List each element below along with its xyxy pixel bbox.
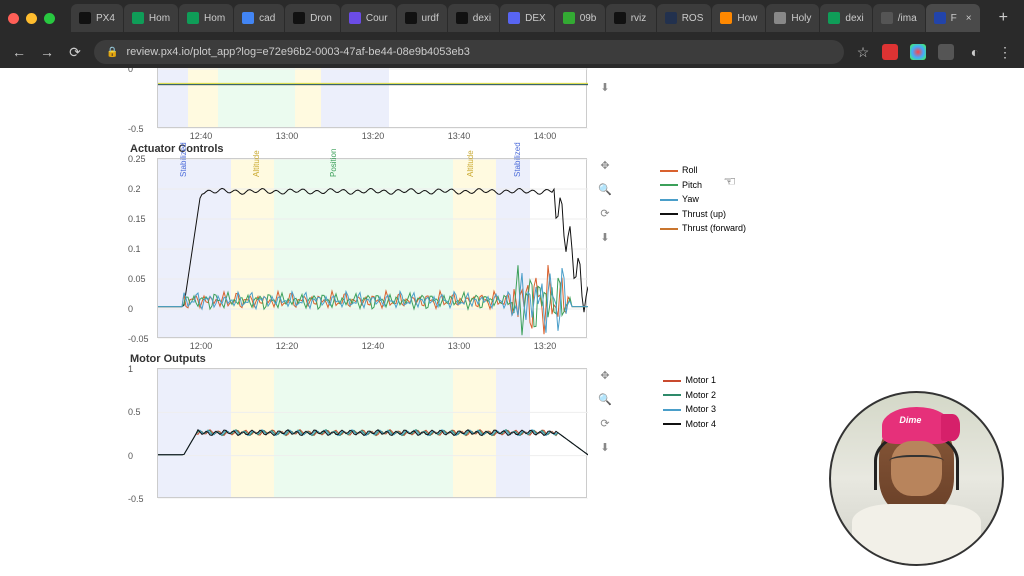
- browser-tab-strip: PX4HomHomcadDronCoururdfdexiDEX09brvizRO…: [0, 0, 1024, 36]
- reset-tool-button[interactable]: ⟳: [596, 417, 614, 435]
- browser-tab[interactable]: urdf: [397, 4, 447, 32]
- zoom-tool-button[interactable]: 🔍: [596, 393, 614, 411]
- browser-tab[interactable]: DEX: [500, 4, 554, 32]
- x-tick-label: 14:00: [534, 131, 557, 141]
- chart-legend: Aux1Aux2Flight ModeKill Switch: [647, 68, 716, 72]
- legend-item[interactable]: Motor 3: [663, 403, 716, 417]
- download-tool-button[interactable]: ⬇: [596, 441, 614, 459]
- x-tick-label: 13:20: [362, 131, 385, 141]
- browser-tab[interactable]: 09b: [555, 4, 605, 32]
- browser-tab[interactable]: F×: [926, 4, 980, 32]
- chart-title: Motor Outputs: [130, 353, 902, 365]
- cursor-icon: ☜: [723, 173, 736, 190]
- menu-button[interactable]: ⋮: [996, 44, 1014, 61]
- x-tick-label: 12:40: [190, 131, 213, 141]
- profile-button[interactable]: ◐: [966, 44, 984, 60]
- y-tick-label: 0.5: [128, 407, 141, 417]
- legend-item[interactable]: Motor 2: [663, 389, 716, 403]
- y-tick-label: 0.25: [128, 154, 146, 164]
- extension-icon[interactable]: [882, 44, 898, 60]
- chart-legend: Motor 1Motor 2Motor 3Motor 4: [663, 374, 716, 432]
- bookmark-star-button[interactable]: ☆: [854, 44, 872, 61]
- plot-area[interactable]: -0.500.51Motor 1Motor 2Motor 3Motor 4✥🔍⟳…: [157, 368, 587, 498]
- y-tick-label: 0.1: [128, 244, 141, 254]
- browser-tab[interactable]: Cour: [341, 4, 396, 32]
- zoom-tool-button[interactable]: 🔍: [596, 183, 614, 201]
- legend-item[interactable]: Yaw: [660, 193, 746, 207]
- y-tick-label: 1: [128, 364, 133, 374]
- minimize-window-button[interactable]: [26, 13, 37, 24]
- legend-item[interactable]: Motor 4: [663, 418, 716, 432]
- download-tool-button[interactable]: ⬇: [596, 81, 614, 99]
- cap-text: Dime: [899, 415, 921, 425]
- chart: Actuator ControlsStabilizedAltitudePosit…: [122, 143, 902, 338]
- y-tick-label: -0.05: [128, 334, 149, 344]
- legend-item[interactable]: Kill Switch: [647, 68, 716, 71]
- legend-item[interactable]: Thrust (forward): [660, 222, 746, 236]
- pan-tool-button[interactable]: ✥: [596, 369, 614, 387]
- url-text: review.px4.io/plot_app?log=e72e96b2-0003…: [126, 46, 469, 58]
- browser-tab[interactable]: Holy: [766, 4, 819, 32]
- y-tick-label: -0.5: [128, 124, 144, 134]
- browser-nav-bar: ← → ⟳ 🔒 review.px4.io/plot_app?log=e72e9…: [0, 36, 1024, 68]
- browser-tab[interactable]: Dron: [285, 4, 340, 32]
- y-tick-label: 0: [128, 68, 133, 74]
- webcam-overlay: Dime: [829, 391, 1004, 566]
- x-tick-label: 13:00: [276, 131, 299, 141]
- x-tick-label: 12:20: [276, 341, 299, 351]
- legend-item[interactable]: Thrust (up): [660, 208, 746, 222]
- extension-icons: ◐ ⋮: [882, 44, 1014, 61]
- browser-tab[interactable]: Hom: [124, 4, 178, 32]
- browser-tab[interactable]: ROS: [657, 4, 712, 32]
- chart: -0.500.512:4013:0013:2013:4014:00Aux1Aux…: [122, 68, 902, 128]
- browser-tab[interactable]: PX4: [71, 4, 123, 32]
- browser-tab[interactable]: dexi: [820, 4, 871, 32]
- browser-tab[interactable]: cad: [234, 4, 284, 32]
- lock-icon: 🔒: [106, 47, 118, 58]
- plot-area[interactable]: StabilizedAltitudePositionAltitudeStabil…: [157, 158, 587, 338]
- chart-toolbar: ✥ 🔍 ⟳ ⬇: [596, 369, 614, 459]
- chart-toolbar: ✥ 🔍 ⟳ ⬇: [596, 159, 614, 249]
- y-tick-label: -0.5: [128, 494, 144, 504]
- plot-area[interactable]: -0.500.512:4013:0013:2013:4014:00Aux1Aux…: [157, 68, 587, 128]
- browser-tab[interactable]: How: [712, 4, 765, 32]
- y-tick-label: 0.05: [128, 274, 146, 284]
- y-tick-label: 0.2: [128, 184, 141, 194]
- x-tick-label: 12:40: [362, 341, 385, 351]
- reset-tool-button[interactable]: ⟳: [596, 207, 614, 225]
- y-tick-label: 0: [128, 304, 133, 314]
- back-button[interactable]: ←: [10, 44, 28, 60]
- reload-button[interactable]: ⟳: [66, 44, 84, 61]
- browser-tab[interactable]: dexi: [448, 4, 499, 32]
- legend-item[interactable]: Motor 1: [663, 374, 716, 388]
- pan-tool-button[interactable]: ✥: [596, 159, 614, 177]
- browser-tabs: PX4HomHomcadDronCoururdfdexiDEX09brvizRO…: [71, 4, 985, 32]
- browser-tab[interactable]: Hom: [179, 4, 233, 32]
- window-controls: [8, 13, 55, 24]
- browser-tab[interactable]: rviz: [606, 4, 656, 32]
- x-tick-label: 13:20: [534, 341, 557, 351]
- forward-button[interactable]: →: [38, 44, 56, 60]
- chart: Motor Outputs -0.500.51Motor 1Motor 2Moto…: [122, 353, 902, 498]
- chart-toolbar: ✥🔍⟳⬇: [596, 68, 614, 99]
- x-tick-label: 13:00: [448, 341, 471, 351]
- address-bar[interactable]: 🔒 review.px4.io/plot_app?log=e72e96b2-00…: [94, 40, 844, 64]
- maximize-window-button[interactable]: [44, 13, 55, 24]
- new-tab-button[interactable]: +: [991, 9, 1016, 27]
- extension-icon[interactable]: [938, 44, 954, 60]
- y-tick-label: 0: [128, 451, 133, 461]
- browser-tab[interactable]: /ima: [873, 4, 925, 32]
- close-window-button[interactable]: [8, 13, 19, 24]
- download-tool-button[interactable]: ⬇: [596, 231, 614, 249]
- y-tick-label: 0.15: [128, 214, 146, 224]
- extension-icon[interactable]: [910, 44, 926, 60]
- x-tick-label: 12:00: [190, 341, 213, 351]
- x-tick-label: 13:40: [448, 131, 471, 141]
- reset-tool-button[interactable]: ⟳: [596, 68, 614, 75]
